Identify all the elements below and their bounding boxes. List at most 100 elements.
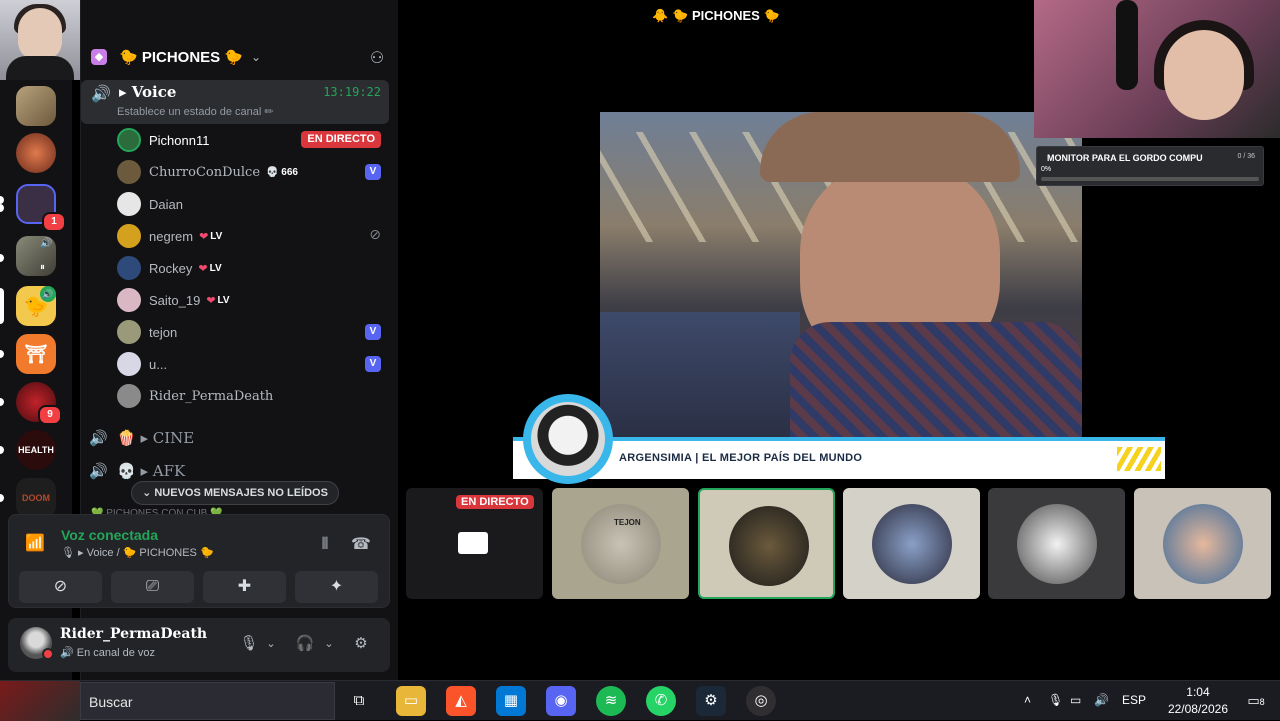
unread-badge: 1 <box>42 212 66 232</box>
participant-tile[interactable] <box>988 488 1125 599</box>
flame-icon: ❤ <box>206 294 216 307</box>
date: 22/08/2026 <box>1167 702 1228 716</box>
server-icon[interactable] <box>16 86 56 126</box>
chevron-down-icon: ⌄ <box>251 50 262 64</box>
nitro-badge: V <box>365 356 381 372</box>
brave-browser-icon[interactable]: ◭ <box>446 686 476 716</box>
participant-tile[interactable] <box>843 488 980 599</box>
stream-video[interactable] <box>600 112 1082 438</box>
camera-toggle-button[interactable]: ⊘ <box>19 571 102 603</box>
server-doom[interactable]: DOOM <box>16 478 56 518</box>
file-explorer-icon[interactable]: ▭ <box>396 686 426 716</box>
microphone-icon[interactable]: 🎙 <box>238 633 260 655</box>
participant-tile-live[interactable]: EN DIRECTO <box>406 488 543 599</box>
signal-icon[interactable]: 📶 <box>25 533 47 553</box>
voice-connection-panel: 📶 Voz conectada 🎙 ▸ Voice / 🐤 PICHONES 🐤… <box>8 514 390 608</box>
voice-member[interactable]: Daian <box>117 190 389 218</box>
status-dnd-icon <box>42 648 54 660</box>
decorative-stripes <box>1117 447 1161 471</box>
network-icon[interactable]: ▭ <box>1070 693 1081 707</box>
settings-gear-icon[interactable]: ⚙ <box>350 633 372 655</box>
language-indicator[interactable]: ESP <box>1122 693 1146 707</box>
participant-tile[interactable] <box>1134 488 1271 599</box>
voice-connected-title[interactable]: Voz conectada <box>61 527 158 543</box>
avatar <box>117 256 141 280</box>
avatar <box>1017 504 1097 584</box>
chevron-up-icon[interactable]: ˄ <box>1024 693 1031 707</box>
noise-suppression-icon[interactable]: ⫴ <box>313 533 337 557</box>
volume-icon[interactable]: 🔊 <box>1094 693 1109 707</box>
add-member-icon[interactable]: ⚇ <box>367 48 387 68</box>
voice-connected-location[interactable]: 🎙 ▸ Voice / 🐤 PICHONES 🐤 <box>61 546 214 559</box>
time: 1:04 <box>1186 685 1210 699</box>
server-health[interactable]: HEALTH <box>16 430 56 470</box>
notifications-icon[interactable]: ▭8 <box>1244 689 1268 713</box>
microphone-icon[interactable]: 🎙 <box>1048 693 1063 707</box>
pause-icon: ⏸ <box>40 262 45 273</box>
chevron-down-icon[interactable]: ⌄ <box>260 633 282 655</box>
avatar <box>872 504 952 584</box>
stream-thumbnail <box>0 681 80 721</box>
goal-title: MONITOR PARA EL GORDO COMPU <box>1047 153 1203 163</box>
discord-icon[interactable]: ◉ <box>546 686 576 716</box>
voice-member[interactable]: Rider_PermaDeath <box>117 382 389 410</box>
muted-icon: ⊘ <box>369 226 381 242</box>
avatar <box>117 128 141 152</box>
new-messages-pill[interactable]: ⌄ NUEVOS MENSAJES NO LEÍDOS <box>131 481 339 505</box>
headphones-icon[interactable]: 🎧 <box>294 633 316 655</box>
whatsapp-icon[interactable]: ✆ <box>646 686 676 716</box>
participant-tile[interactable]: TEJON <box>552 488 689 599</box>
server-icon[interactable] <box>16 133 56 173</box>
avatar <box>117 320 141 344</box>
stream-view: 🐥 🐤 PICHONES 🐤 ARGENSIMIA | EL MEJOR PAÍ… <box>398 0 1280 680</box>
username[interactable]: Rider_PermaDeath <box>60 626 207 642</box>
voice-member[interactable]: u... V <box>117 350 389 378</box>
avatar <box>117 160 141 184</box>
clock[interactable]: 1:04 22/08/2026 <box>1168 684 1228 718</box>
avatar <box>117 192 141 216</box>
flame-icon: ❤ <box>198 262 208 275</box>
obs-icon[interactable]: ◎ <box>746 686 776 716</box>
screen-share-icon <box>458 532 488 554</box>
discord-window: 1 🔊 ⏸ 🐤 🔊 ⛩ 9 HEALTH DOOM ◆ 🐤 PICHONES 🐤 <box>0 0 1280 680</box>
server-header[interactable]: ◆ 🐤 PICHONES 🐤 ⌄ ⚇ <box>81 40 399 74</box>
speaker-icon: 🔊 <box>40 238 53 249</box>
steam-icon[interactable]: ⚙ <box>696 686 726 716</box>
unread-badge: 9 <box>38 405 62 425</box>
voice-member[interactable]: negrem ❤ LV ⊘ <box>117 222 389 250</box>
channel-status-placeholder[interactable]: Establece un estado de canal ✏ <box>117 105 274 118</box>
participant-tile-speaking[interactable] <box>698 488 835 599</box>
store-icon[interactable]: ▦ <box>496 686 526 716</box>
screen-share-button[interactable]: ⎚ <box>111 571 194 603</box>
avatar <box>117 384 141 408</box>
streamer-webcam <box>1034 0 1280 138</box>
speaker-icon: 🔊 <box>89 430 108 447</box>
goal-count: 0 / 36 <box>1237 153 1255 160</box>
voice-member[interactable]: Rockey ❤ LV <box>117 254 389 282</box>
lower-third-text: ARGENSIMIA | EL MEJOR PAÍS DEL MUNDO <box>619 452 863 464</box>
voice-member[interactable]: tejon V <box>117 318 389 346</box>
avatar <box>117 352 141 376</box>
voice-member[interactable]: Saito_19 ❤ LV <box>117 286 389 314</box>
webcam-overlay <box>0 0 80 80</box>
voice-member[interactable]: ChurroConDulce 💀 666 V <box>117 158 389 186</box>
spotify-icon[interactable]: ≋ <box>596 686 626 716</box>
voice-member[interactable]: Pichonn11 EN DIRECTO <box>117 126 389 154</box>
avatar <box>1163 504 1243 584</box>
search-box[interactable]: Buscar <box>80 682 335 720</box>
soundboard-button[interactable]: ✦ <box>295 571 378 603</box>
task-view-icon[interactable]: ⧉ <box>344 686 374 716</box>
voice-timer: 13:19:22 <box>323 85 381 99</box>
voice-channel-cine[interactable]: 🔊 🍿 ▸ CINE <box>89 424 389 452</box>
server-icon[interactable]: ⛩ <box>16 334 56 374</box>
voice-channel-current[interactable]: 🔊 ▸ Voice 13:19:22 Establece un estado d… <box>81 80 389 124</box>
goal-overlay: MONITOR PARA EL GORDO COMPU 0 / 36 0% <box>1036 146 1264 186</box>
speaker-icon: 🔊 <box>91 86 111 103</box>
avatar <box>729 506 809 586</box>
activities-button[interactable]: ✚ <box>203 571 286 603</box>
live-badge: EN DIRECTO <box>456 495 534 509</box>
chevron-down-icon[interactable]: ⌄ <box>318 633 340 655</box>
avatar <box>581 504 661 584</box>
disconnect-icon[interactable]: ☎ <box>349 533 373 557</box>
server-boost-icon: ◆ <box>91 49 107 65</box>
